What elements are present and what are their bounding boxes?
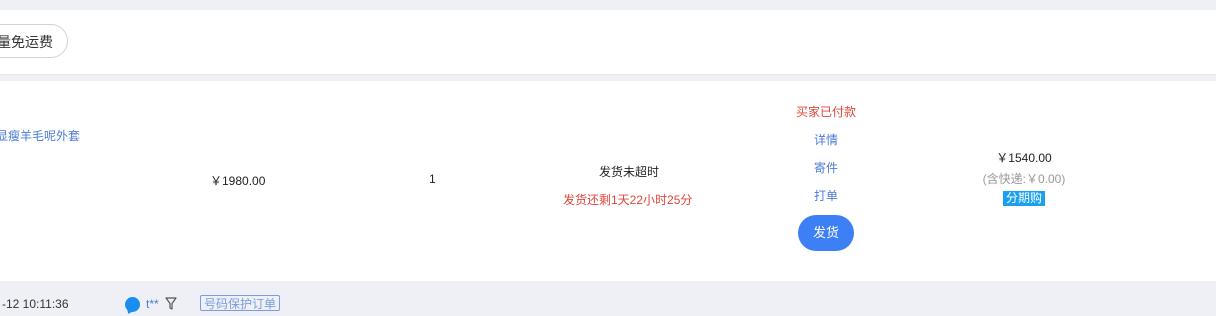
ship-button[interactable]: 发货 (798, 215, 854, 251)
ship-remaining-time: 发货还剩1天22小时25分 (563, 193, 693, 207)
order-actions: 买家已付款 详情 寄件 打单 发货 (776, 103, 876, 251)
ship-status: 发货未超时 (599, 165, 660, 179)
order-row: 显瘦羊毛呢外套 ￥1980.00 1 发货未超时 发货还剩1天22小时25分 买… (0, 81, 1216, 281)
top-band (0, 0, 1216, 10)
quantity: 1 (429, 172, 436, 186)
chat-icon[interactable] (125, 296, 140, 312)
bulk-free-shipping-button[interactable]: 量免运费 (0, 24, 68, 58)
order-footer: -12 10:11:36 t** 号码保护订单 (0, 281, 1216, 316)
filter-icon[interactable] (165, 297, 177, 311)
details-link[interactable]: 详情 (776, 131, 876, 159)
buyer-info: t** (125, 296, 177, 312)
number-protection-badge: 号码保护订单 (200, 295, 281, 311)
mail-link[interactable]: 寄件 (776, 159, 876, 187)
buyer-name[interactable]: t** (146, 297, 159, 311)
unit-price: ￥1980.00 (210, 174, 266, 188)
total-amount: ￥1540.00 (996, 151, 1052, 165)
toolbar: 量免运费 (0, 10, 1216, 75)
order-totals: ￥1540.00 (含快递:￥0.00) 分期购 (964, 149, 1084, 206)
payment-status: 买家已付款 (795, 105, 856, 119)
print-link[interactable]: 打单 (776, 187, 876, 215)
installment-badge: 分期购 (1002, 191, 1045, 206)
product-title-link[interactable]: 显瘦羊毛呢外套 (0, 127, 80, 144)
shipping-fee: (含快递:￥0.00) (982, 172, 1066, 186)
order-time: -12 10:11:36 (2, 297, 69, 311)
